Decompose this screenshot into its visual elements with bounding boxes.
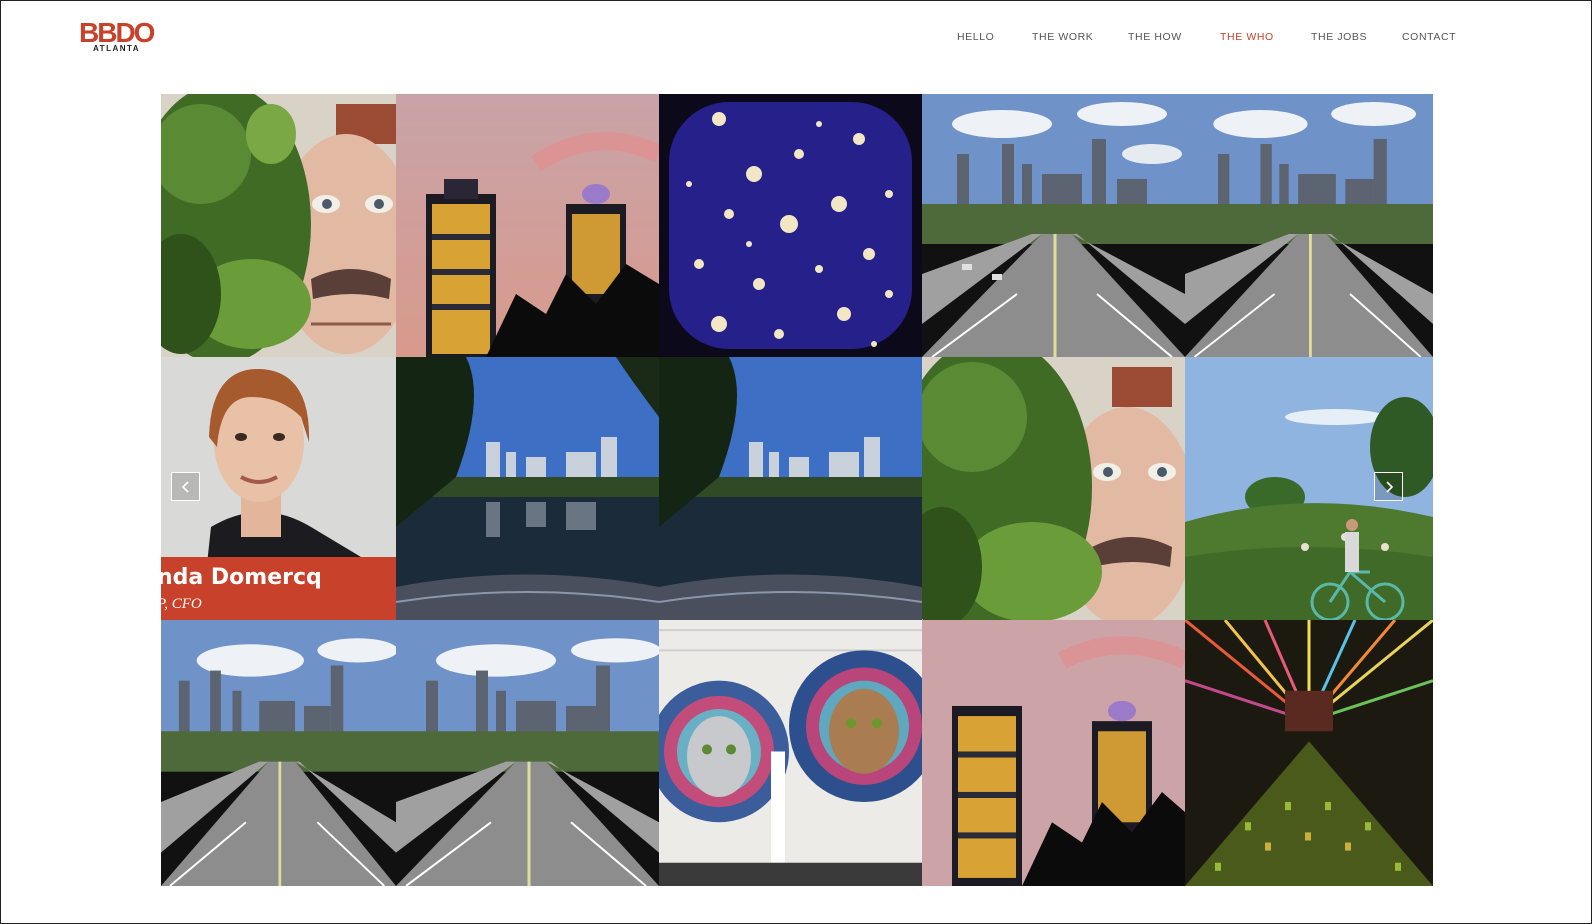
gallery-tile-lake-skyline[interactable] bbox=[659, 357, 922, 620]
nav-the-who[interactable]: THE WHO bbox=[1220, 31, 1274, 43]
gallery-tile-skyline-dusk[interactable] bbox=[396, 94, 659, 357]
nav-the-how[interactable]: THE HOW bbox=[1128, 31, 1182, 43]
site-header: BBDO ATLANTA HELLO THE WORK THE HOW THE … bbox=[1, 1, 1591, 81]
nav-the-jobs[interactable]: THE JOBS bbox=[1311, 31, 1367, 43]
gallery-tile-cat-mural[interactable] bbox=[659, 620, 922, 886]
main-nav: HELLO THE WORK THE HOW THE WHO THE JOBS … bbox=[1, 31, 1591, 47]
gallery-tile-highway-skyline[interactable] bbox=[396, 620, 659, 886]
gallery-tile-mural-portrait[interactable] bbox=[161, 94, 396, 357]
gallery-tile-lake-skyline[interactable] bbox=[396, 357, 659, 620]
gallery-prev-button[interactable] bbox=[171, 472, 200, 501]
nav-hello[interactable]: HELLO bbox=[957, 31, 994, 43]
gallery-next-button[interactable] bbox=[1374, 472, 1403, 501]
gallery-tile-highway-skyline[interactable] bbox=[161, 620, 396, 886]
gallery-tile-highway-skyline[interactable] bbox=[922, 94, 1185, 357]
featured-name: nda Domercq bbox=[161, 565, 322, 590]
photo-gallery: nda Domercq P, CFO bbox=[161, 94, 1433, 886]
featured-caption: nda Domercq P, CFO bbox=[161, 557, 396, 620]
chevron-left-icon bbox=[181, 480, 189, 493]
gallery-tile-jellyfish[interactable] bbox=[659, 94, 922, 357]
nav-contact[interactable]: CONTACT bbox=[1402, 31, 1456, 43]
gallery-tile-highway-skyline[interactable] bbox=[1185, 94, 1433, 357]
chevron-right-icon bbox=[1385, 480, 1393, 493]
gallery-tile-skyline-dusk[interactable] bbox=[922, 620, 1185, 886]
nav-the-work[interactable]: THE WORK bbox=[1032, 31, 1093, 43]
gallery-tile-mural-portrait[interactable] bbox=[922, 357, 1185, 620]
gallery-tile-light-installation[interactable] bbox=[1185, 620, 1433, 886]
featured-role: P, CFO bbox=[161, 596, 202, 612]
